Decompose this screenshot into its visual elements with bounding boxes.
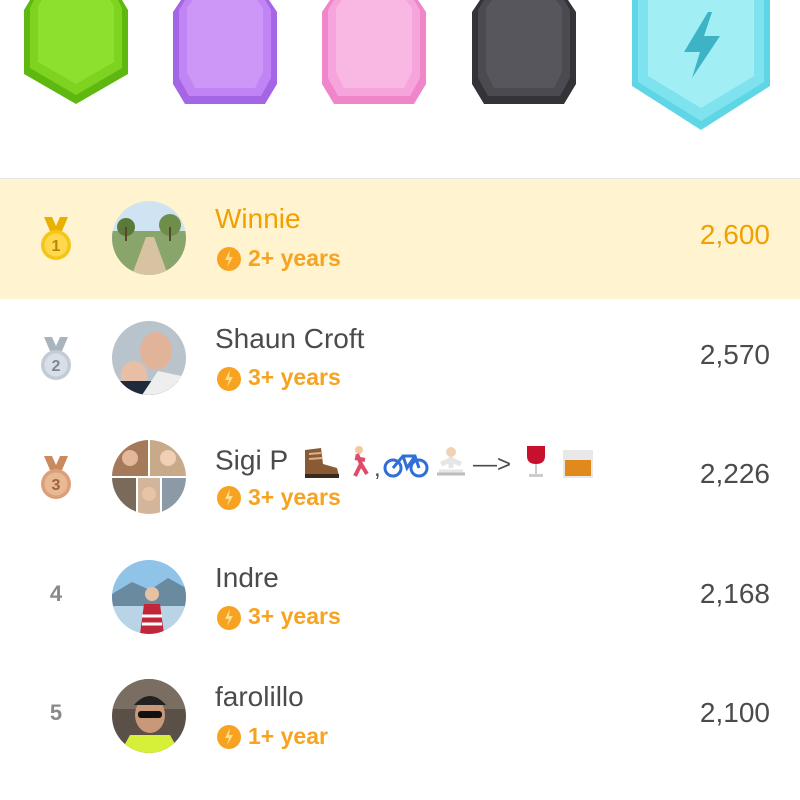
emoji-separator: ,: [374, 455, 381, 482]
streak-flame-icon: [217, 247, 241, 271]
user-name: farolillo: [215, 681, 304, 712]
avatar[interactable]: [112, 201, 186, 275]
streak-length: 3+ years: [248, 483, 341, 510]
leaderboard-row[interactable]: 4 Indre 3+ years 2,168: [0, 538, 800, 658]
rank-number: 5: [49, 700, 63, 725]
leaderboard-row[interactable]: 3 Sigi P , —> 3+ years 2,226: [0, 418, 800, 538]
leaderboard-row[interactable]: 5 farolillo 1+ year 2,100: [0, 657, 800, 777]
streak-length: 3+ years: [248, 364, 341, 390]
xp-score: 2,100: [699, 697, 770, 728]
streak-length: 2+ years: [248, 244, 341, 271]
obsidian-league-icon: [472, 0, 576, 104]
yoga-icon: [437, 447, 466, 476]
wine-glass-icon: [527, 446, 546, 477]
pink-league-icon: [322, 0, 426, 104]
leaderboard-row[interactable]: 1 Winnie 2+ years 2,600: [0, 179, 800, 299]
hiking-boot-icon: [305, 448, 340, 478]
user-name: Indre: [215, 561, 279, 593]
streak: 3+ years: [216, 484, 341, 510]
whisky-glass-icon: [563, 450, 594, 478]
streak-flame-icon: [217, 725, 241, 749]
streak: 3+ years: [216, 364, 341, 391]
avatar[interactable]: [112, 320, 186, 395]
xp-score: 2,168: [699, 577, 770, 609]
xp-score: 2,600: [699, 219, 770, 250]
user-name-text: Sigi P: [215, 444, 288, 476]
user-name: Sigi P , —>: [215, 442, 611, 482]
streak-flame-icon: [217, 605, 241, 630]
runner-icon: [353, 446, 370, 477]
streak-length: 3+ years: [248, 603, 341, 629]
streak: 1+ year: [216, 723, 328, 749]
xp-score: 2,226: [699, 458, 770, 489]
silver-medal-icon: 2: [41, 336, 71, 380]
avatar[interactable]: [112, 559, 186, 634]
arrow-text: —>: [473, 451, 511, 478]
xp-score: 2,570: [699, 338, 770, 370]
avatar[interactable]: [112, 679, 186, 753]
streak-length: 1+ year: [248, 722, 328, 749]
league-badges: [0, 0, 800, 178]
streak-flame-icon: [217, 486, 241, 510]
streak: 3+ years: [216, 603, 341, 630]
gold-medal-icon: 1: [41, 217, 71, 260]
diamond-league-icon: [632, 0, 770, 130]
user-name: Winnie: [215, 203, 301, 234]
leaderboard-row[interactable]: 2 Shaun Croft 3+ years 2,570: [0, 299, 800, 419]
user-name: Shaun Croft: [215, 322, 365, 354]
medal-rank-number: 1: [52, 238, 61, 255]
purple-league-icon: [173, 0, 277, 104]
name-emoji-strip: , —>: [305, 446, 594, 482]
streak-flame-icon: [217, 366, 241, 391]
bronze-medal-icon: 3: [41, 456, 71, 499]
bicycle-icon: [383, 454, 429, 478]
rank-number: 4: [49, 580, 63, 606]
green-league-icon: [24, 0, 128, 104]
avatar[interactable]: [112, 440, 186, 514]
medal-rank-number: 3: [52, 477, 61, 494]
leaderboard: 1 Winnie 2+ years 2,600 2 Shaun Croft 3+…: [0, 179, 800, 777]
streak: 2+ years: [216, 245, 341, 271]
medal-rank-number: 2: [52, 358, 61, 375]
